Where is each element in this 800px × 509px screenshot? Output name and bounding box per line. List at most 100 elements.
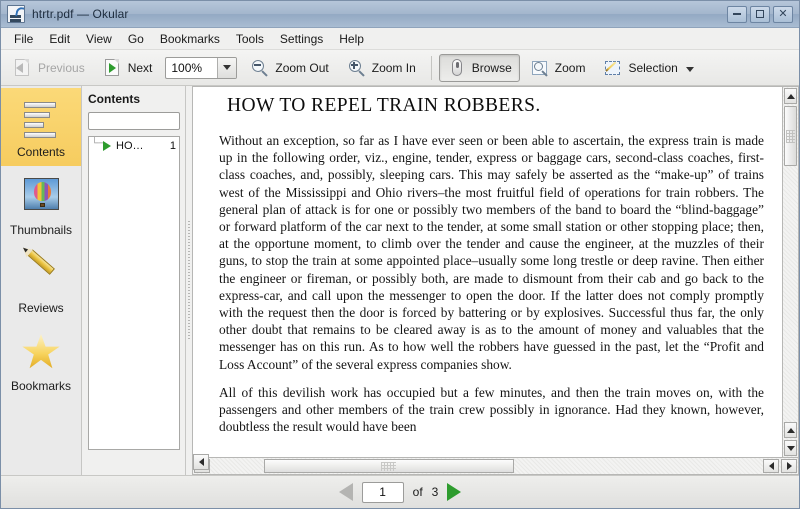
toc-entry-page: 1 — [170, 140, 176, 152]
sidebar-item-reviews[interactable]: Reviews — [1, 244, 81, 322]
horizontal-scroll-thumb[interactable] — [264, 459, 514, 473]
selection-label: Selection — [628, 61, 677, 75]
total-pages-label: 3 — [432, 485, 439, 499]
sidebar-item-contents[interactable]: Contents — [1, 88, 81, 166]
menu-tools[interactable]: Tools — [228, 30, 272, 48]
horizontal-scrollbar[interactable] — [192, 458, 799, 475]
sidebar-item-thumbnails-label: Thumbnails — [10, 223, 72, 237]
scroll-track-right[interactable] — [515, 458, 763, 474]
selection-tool-button[interactable]: Selection — [595, 54, 701, 82]
next-page-icon — [103, 58, 123, 78]
zoom-out-button[interactable]: Zoom Out — [242, 54, 336, 82]
browse-tool-button[interactable]: Browse — [439, 54, 520, 82]
menu-bar: File Edit View Go Bookmarks Tools Settin… — [1, 28, 799, 50]
okular-window: htrtr.pdf — Okular ✕ File Edit View Go B… — [0, 0, 800, 509]
zoom-value: 100% — [166, 61, 217, 75]
zoom-tool-label: Zoom — [555, 61, 586, 75]
menu-go[interactable]: Go — [120, 30, 152, 48]
scroll-up-button[interactable] — [784, 88, 797, 104]
main-toolbar: Previous Next 100% Zoom Out Zoo — [1, 50, 799, 86]
contents-panel-title: Contents — [88, 92, 180, 106]
mouse-icon — [447, 58, 467, 78]
collapse-sidebar-button[interactable] — [193, 454, 209, 470]
next-page-arrow-icon[interactable] — [447, 483, 461, 501]
previous-page-arrow-icon[interactable] — [339, 483, 353, 501]
arrow-down-icon — [787, 446, 795, 451]
status-bar: 1 of 3 — [1, 475, 799, 508]
document-paragraph: Without an exception, so far as I have e… — [219, 132, 764, 373]
sidebar-item-reviews-label: Reviews — [18, 301, 63, 315]
next-page-label: Next — [128, 61, 153, 75]
scroll-track-left[interactable] — [211, 458, 263, 474]
arrow-left-icon — [769, 462, 774, 470]
zoom-out-label: Zoom Out — [275, 61, 328, 75]
scroll-page-left-button[interactable] — [763, 459, 779, 473]
sidebar-item-bookmarks-label: Bookmarks — [11, 379, 71, 393]
balloon-thumbnail-icon — [18, 174, 64, 218]
star-icon — [18, 330, 64, 374]
menu-edit[interactable]: Edit — [41, 30, 78, 48]
document-paragraph: All of this devilish work has occupied b… — [219, 384, 764, 436]
chevron-down-icon — [223, 65, 231, 70]
splitter-grip — [188, 221, 190, 341]
zoom-combobox[interactable]: 100% — [165, 57, 237, 79]
sidebar-item-bookmarks[interactable]: Bookmarks — [1, 322, 81, 400]
page-title: HOW TO REPEL TRAIN ROBBERS. — [227, 95, 764, 117]
zoom-tool-icon — [530, 58, 550, 78]
contents-tree[interactable]: └─ HO… 1 — [88, 136, 180, 450]
toolbar-separator — [431, 56, 432, 80]
maximize-button[interactable] — [750, 6, 770, 23]
list-lines-icon — [18, 96, 64, 140]
thumb-grip — [381, 462, 396, 471]
document-viewport: HOW TO REPEL TRAIN ROBBERS. Without an e… — [192, 86, 799, 475]
tree-branch-icon: └─ — [91, 139, 103, 154]
menu-view[interactable]: View — [78, 30, 120, 48]
title-bar: htrtr.pdf — Okular ✕ — [1, 1, 799, 28]
scroll-down-button[interactable] — [784, 440, 797, 456]
sidebar-nav-rail: Contents Thumbnails Reviews Bookmarks — [1, 86, 82, 475]
selection-icon — [603, 58, 623, 78]
zoom-in-button[interactable]: Zoom In — [339, 54, 424, 82]
previous-page-button[interactable]: Previous — [5, 54, 93, 82]
expand-arrow-icon[interactable] — [103, 141, 111, 151]
page-view-area: HOW TO REPEL TRAIN ROBBERS. Without an e… — [192, 86, 799, 458]
scroll-right-button[interactable] — [781, 459, 797, 473]
page-number-input[interactable]: 1 — [362, 482, 404, 503]
menu-file[interactable]: File — [6, 30, 41, 48]
list-item[interactable]: └─ HO… 1 — [89, 137, 179, 155]
pdf-page-canvas[interactable]: HOW TO REPEL TRAIN ROBBERS. Without an e… — [192, 86, 782, 458]
menu-settings[interactable]: Settings — [272, 30, 331, 48]
sidebar-item-thumbnails[interactable]: Thumbnails — [1, 166, 81, 244]
contents-panel: Contents └─ HO… 1 — [82, 86, 186, 475]
arrow-right-icon — [787, 462, 792, 470]
zoom-out-icon — [250, 58, 270, 78]
okular-icon — [7, 5, 25, 23]
menu-bookmarks[interactable]: Bookmarks — [152, 30, 228, 48]
toolbar-overflow-chevron-down-icon[interactable] — [686, 67, 694, 72]
toc-entry-label: HO… — [116, 140, 166, 152]
close-button[interactable]: ✕ — [773, 6, 793, 23]
main-area: Contents Thumbnails Reviews Bookmarks — [1, 86, 799, 475]
next-page-button[interactable]: Next — [95, 54, 161, 82]
previous-page-label: Previous — [38, 61, 85, 75]
minimize-button[interactable] — [727, 6, 747, 23]
arrow-up-icon — [787, 94, 795, 99]
previous-page-icon — [13, 58, 33, 78]
browse-label: Browse — [472, 61, 512, 75]
zoom-in-icon — [347, 58, 367, 78]
window-title: htrtr.pdf — Okular — [32, 7, 129, 21]
arrow-up-icon — [787, 428, 795, 433]
zoom-tool-button[interactable]: Zoom — [522, 54, 594, 82]
vertical-scroll-thumb[interactable] — [784, 106, 797, 166]
scroll-page-up-button[interactable] — [784, 422, 797, 438]
zoom-dropdown-button[interactable] — [217, 58, 236, 78]
zoom-in-label: Zoom In — [372, 61, 416, 75]
vertical-scrollbar[interactable] — [782, 86, 799, 458]
thumb-grip — [786, 130, 795, 143]
menu-help[interactable]: Help — [331, 30, 372, 48]
pencil-icon — [18, 252, 64, 296]
scroll-track[interactable] — [783, 167, 798, 421]
sidebar-item-contents-label: Contents — [17, 145, 65, 159]
page-of-label: of — [413, 485, 423, 499]
contents-filter-input[interactable] — [88, 112, 180, 130]
